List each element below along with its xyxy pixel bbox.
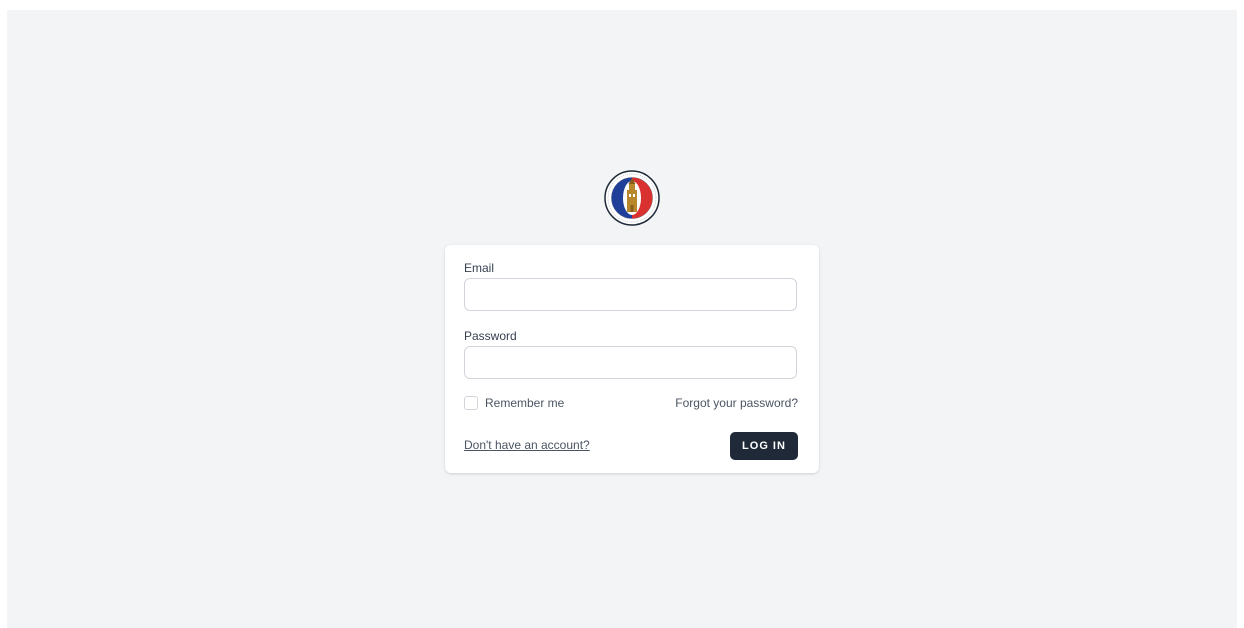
login-page: Email Password Remember me Forgot your p…: [7, 10, 1237, 628]
password-label: Password: [464, 329, 517, 343]
register-link[interactable]: Don't have an account?: [464, 438, 590, 452]
remember-me-checkbox[interactable]: [464, 396, 478, 410]
log-in-button[interactable]: LOG IN: [730, 432, 798, 460]
password-field[interactable]: [464, 346, 797, 379]
city-seal-logo: [604, 170, 660, 226]
remember-me-label: Remember me: [485, 396, 565, 410]
login-card: Email Password Remember me Forgot your p…: [445, 245, 819, 473]
forgot-password-link[interactable]: Forgot your password?: [675, 396, 798, 410]
email-field[interactable]: [464, 278, 797, 311]
email-label: Email: [464, 261, 495, 275]
